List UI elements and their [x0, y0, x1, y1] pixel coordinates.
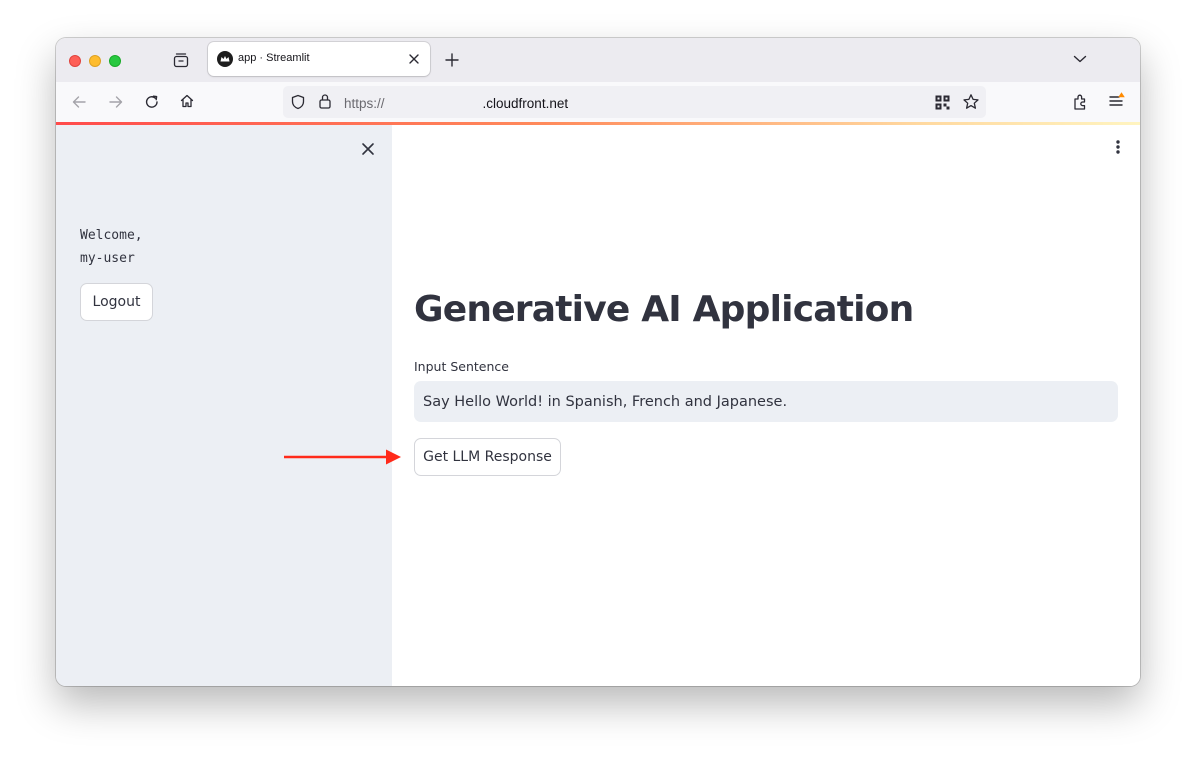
address-bar[interactable]: https:// .cloudfront.net — [283, 86, 986, 118]
window-minimize-button[interactable] — [89, 55, 101, 67]
input-sentence-field[interactable] — [414, 381, 1118, 422]
main-content: Generative AI Application Input Sentence… — [392, 125, 1140, 686]
tab-overflow-chevron-icon[interactable] — [1073, 54, 1087, 64]
tab-list-icon[interactable] — [173, 52, 189, 68]
navigation-toolbar: https:// .cloudfront.net — [56, 82, 1140, 122]
streamlit-favicon-icon — [217, 51, 233, 67]
close-tab-icon[interactable] — [408, 53, 420, 65]
tab-strip: app · Streamlit — [56, 38, 1140, 82]
reload-icon[interactable] — [144, 94, 160, 110]
window-close-button[interactable] — [69, 55, 81, 67]
sidebar: Welcome, my-user Logout — [56, 125, 392, 686]
app-menu-icon[interactable] — [1108, 91, 1126, 109]
lock-icon[interactable] — [318, 93, 332, 109]
new-tab-icon[interactable] — [445, 53, 459, 67]
qr-code-icon[interactable] — [935, 95, 950, 110]
kebab-menu-icon[interactable] — [1114, 138, 1122, 156]
tab-streamlit-app[interactable]: app · Streamlit — [208, 42, 430, 76]
input-label: Input Sentence — [414, 359, 509, 374]
back-icon[interactable] — [71, 94, 87, 110]
browser-window: app · Streamlit https:// .cloudfront.net… — [56, 38, 1140, 686]
extensions-icon[interactable] — [1072, 93, 1088, 111]
url-scheme: https:// — [344, 96, 385, 111]
url-text[interactable]: https:// .cloudfront.net — [344, 95, 568, 111]
get-llm-response-button[interactable]: Get LLM Response — [414, 438, 561, 476]
logout-button[interactable]: Logout — [80, 283, 153, 321]
page-title: Generative AI Application — [414, 289, 914, 330]
url-redacted-segment — [384, 95, 483, 111]
home-icon[interactable] — [179, 93, 195, 109]
shield-icon[interactable] — [290, 94, 306, 110]
welcome-message: Welcome, my-user — [80, 228, 143, 266]
window-zoom-button[interactable] — [109, 55, 121, 67]
url-host: .cloudfront.net — [482, 96, 569, 111]
bookmark-star-icon[interactable] — [962, 93, 980, 111]
forward-icon[interactable] — [108, 94, 124, 110]
tab-title: app · Streamlit — [238, 52, 310, 64]
close-icon[interactable] — [361, 142, 375, 156]
